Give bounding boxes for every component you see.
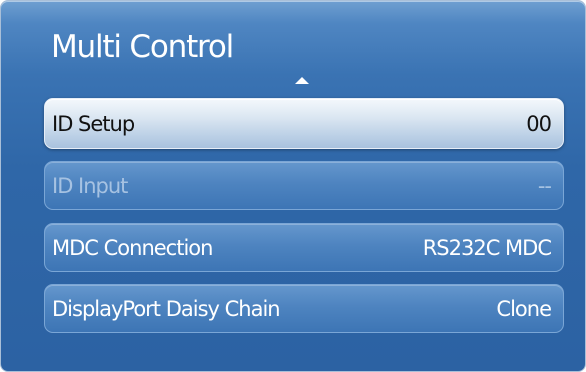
multi-control-panel: Multi Control ID Setup 00 ID Input -- MD… [0,0,586,372]
menu-item-label: MDC Connection [52,235,213,260]
menu-item-label: DisplayPort Daisy Chain [52,296,281,321]
scroll-up-arrow-icon[interactable] [295,77,309,84]
menu-title: Multi Control [51,29,234,65]
menu-item-id-input[interactable]: ID Input -- [44,161,564,210]
menu-item-value: -- [537,173,552,198]
menu-item-label: ID Setup [52,111,135,136]
menu-item-value: Clone [496,296,552,321]
menu-item-displayport-daisy-chain[interactable]: DisplayPort Daisy Chain Clone [44,284,564,333]
menu-item-mdc-connection[interactable]: MDC Connection RS232C MDC [44,223,564,272]
menu-item-value: 00 [526,111,552,136]
menu-item-value: RS232C MDC [422,235,552,260]
menu-item-label: ID Input [52,173,128,198]
menu-item-id-setup[interactable]: ID Setup 00 [44,98,564,149]
